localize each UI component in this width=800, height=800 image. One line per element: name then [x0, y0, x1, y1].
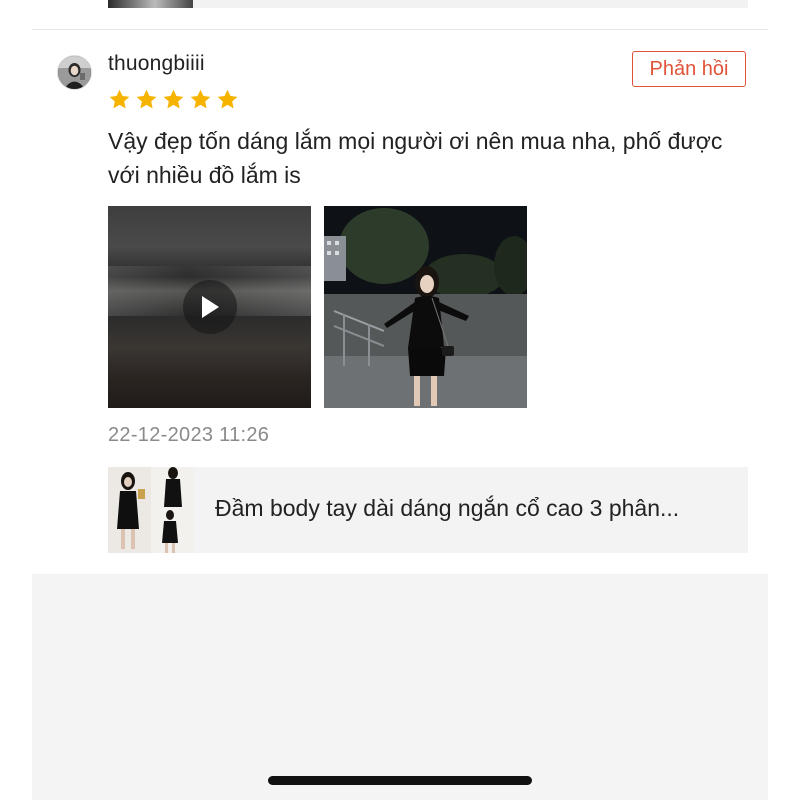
- avatar[interactable]: [57, 55, 92, 90]
- review-divider: [32, 29, 768, 30]
- review-text: Vậy đẹp tốn dáng lắm mọi người ơi nên mu…: [108, 128, 723, 188]
- review-screen: thuongbiiii Phản hồi Vậy đẹp tốn dáng lắ…: [0, 0, 800, 800]
- star-icon: [163, 89, 184, 109]
- reviewer-username: thuongbiiii: [108, 52, 205, 75]
- star-icon: [217, 89, 238, 109]
- previous-product-thumbnail: [108, 0, 193, 8]
- photo-woman-black-dress: [324, 206, 527, 408]
- star-icon: [136, 89, 157, 109]
- product-link-card[interactable]: Đầm body tay dài dáng ngắn cổ cao 3 phân…: [108, 467, 748, 553]
- play-button[interactable]: [183, 280, 237, 334]
- product-title: Đầm body tay dài dáng ngắn cổ cao 3 phân…: [215, 495, 680, 521]
- review-video-thumbnail[interactable]: [108, 206, 311, 408]
- review-timestamp: 22-12-2023 11:26: [108, 424, 270, 446]
- star-rating: [108, 88, 239, 111]
- star-icon: [109, 89, 130, 109]
- product-thumbnail: [108, 467, 194, 553]
- empty-content-area: [32, 574, 768, 800]
- product-image: [108, 467, 194, 553]
- star-icon: [190, 89, 211, 109]
- review-photo-thumbnail[interactable]: [324, 206, 527, 408]
- previous-product-card[interactable]: [108, 0, 748, 8]
- reply-button[interactable]: Phản hồi: [632, 51, 746, 87]
- play-icon: [202, 296, 219, 318]
- home-indicator[interactable]: [268, 776, 532, 785]
